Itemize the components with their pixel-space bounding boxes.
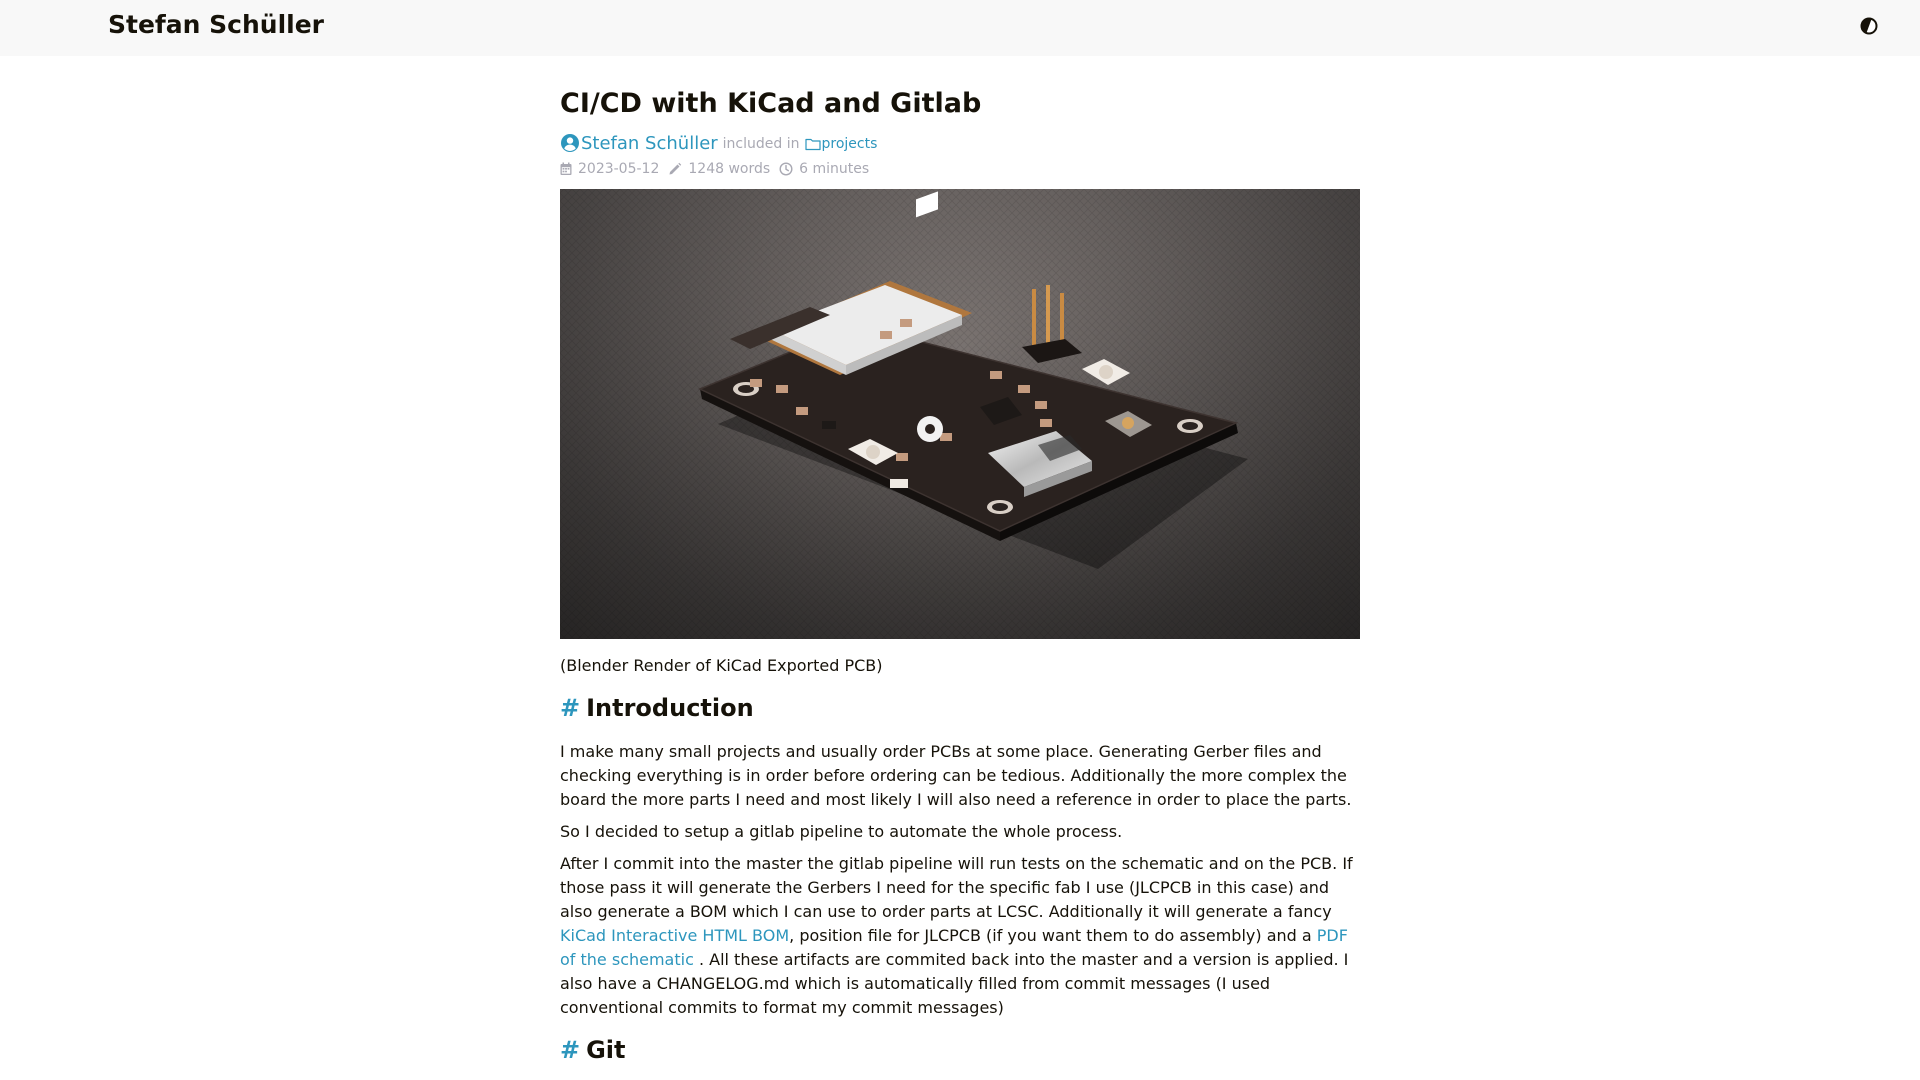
included-in-label: included in: [722, 136, 800, 152]
contrast-icon[interactable]: [1860, 17, 1878, 35]
post-meta-stats: 2023-05-12 1248 words 6 minutes: [560, 159, 869, 179]
link-kicad-interactive-html-bom[interactable]: KiCad Interactive HTML BOM: [560, 926, 789, 945]
post-meta-author: Stefan Schüller included in projects: [560, 132, 877, 154]
heading-git-text: Git: [586, 1036, 626, 1064]
intro-p3-text-a: After I commit into the master the gitla…: [560, 854, 1353, 921]
intro-paragraph-3: After I commit into the master the gitla…: [560, 852, 1360, 1020]
clock-icon: [779, 162, 793, 176]
folder-icon: [804, 138, 821, 151]
intro-paragraph-2: So I decided to setup a gitlab pipeline …: [560, 822, 1123, 841]
post-reading-time: 6 minutes: [799, 161, 870, 177]
heading-git: # Git: [560, 1036, 626, 1064]
intro-paragraph-1: I make many small projects and usually o…: [560, 742, 1352, 809]
pencil-icon: [669, 162, 682, 175]
heading-introduction-text: Introduction: [586, 694, 754, 722]
image-caption: (Blender Render of KiCad Exported PCB): [560, 656, 883, 675]
post-title: CI/CD with KiCad and Gitlab: [560, 88, 982, 119]
heading-introduction: # Introduction: [560, 694, 754, 722]
featured-image-pcb-render: [560, 189, 1360, 639]
calendar-icon: [560, 162, 572, 175]
category-link-projects[interactable]: projects: [822, 136, 878, 152]
author-link[interactable]: Stefan Schüller: [581, 133, 718, 154]
site-header: Stefan Schüller: [0, 0, 1920, 56]
heading-anchor-git[interactable]: #: [560, 1036, 580, 1064]
site-title-link[interactable]: Stefan Schüller: [108, 10, 324, 39]
post-date: 2023-05-12: [578, 161, 660, 177]
intro-p3-text-b: , position file for JLCPCB (if you want …: [789, 926, 1317, 945]
post-word-count: 1248 words: [688, 161, 771, 177]
user-circle-icon: [561, 134, 579, 152]
heading-anchor-introduction[interactable]: #: [560, 694, 580, 722]
